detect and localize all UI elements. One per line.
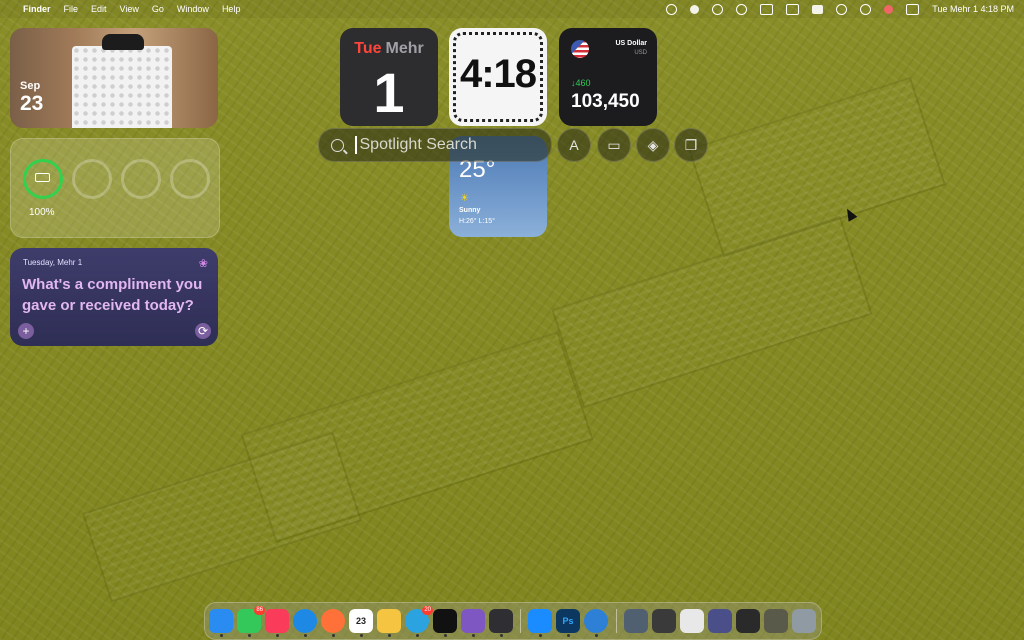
menu-app-name[interactable]: Finder [23,4,51,14]
calendar-day: 1 [373,61,405,124]
cat-photo [102,34,144,50]
menu-go[interactable]: Go [152,4,164,14]
currency-name: US Dollar [615,40,647,47]
menu-bar: Finder File Edit View Go Window Help Tue… [0,0,1024,18]
battery-ring-empty [72,159,112,199]
control-center-icon[interactable] [906,3,920,15]
currency-change: ↓460 [571,78,591,88]
app-store-icon[interactable] [528,609,552,637]
display-icon[interactable] [786,3,800,15]
clock-time: 4:18 [459,52,537,96]
battery-ring-empty [121,159,161,199]
play-icon[interactable] [736,3,748,15]
text-caret [355,136,357,154]
dock-ps-label: Ps [562,616,574,626]
battery-ring-empty [170,159,210,199]
firefox-icon[interactable] [321,609,345,637]
currency-widget[interactable]: US Dollar USD ↓460 103,450 [559,28,657,126]
trash-icon[interactable] [792,609,816,633]
currency-value: 103,450 [571,91,640,112]
recent-window-icon[interactable] [680,609,704,633]
spotlight-search-input[interactable] [357,135,542,155]
search-icon [331,138,344,152]
battery-icon[interactable] [812,4,824,14]
menu-help[interactable]: Help [222,4,241,14]
spotlight-bar [318,128,552,162]
reminders-icon[interactable] [489,609,513,637]
wechat-icon[interactable] [690,4,700,14]
app-store-icon[interactable]: A [557,128,591,162]
dock-calendar-day: 23 [355,616,366,626]
us-flag-icon [571,40,589,58]
weather-high-low: H:26° L:15° [459,218,495,225]
quicktime-icon[interactable] [584,609,608,637]
finder-icon[interactable] [209,609,233,637]
weather-condition: Sunny [459,207,481,214]
recent-window-icon[interactable] [736,609,760,633]
battery-ring-laptop [23,159,63,199]
telegram-badge: 20 [422,606,433,615]
photoshop-icon[interactable]: Ps [556,609,580,637]
messages-icon[interactable]: 86 [237,606,265,637]
clock-widget[interactable]: 4:18 [449,28,547,126]
photo-day: 23 [20,92,44,115]
journal-butterfly-icon: ❀ [198,258,208,270]
journal-date: Tuesday, Mehr 1 [23,258,83,267]
calendar-header: Tue Mehr [340,40,438,58]
telegram-icon[interactable]: 20 [405,606,433,637]
menu-edit[interactable]: Edit [91,4,107,14]
siri-icon[interactable] [884,4,894,14]
wifi-icon[interactable] [836,3,848,15]
sun-icon: ☀ [460,193,469,204]
battery-percent: 100% [29,207,55,218]
dock-separator [616,609,617,633]
music-icon[interactable] [265,609,289,637]
journal-prompt: What's a compliment you gave or received… [22,276,203,314]
calendar-month: Mehr [385,40,424,57]
menubar-clock[interactable]: Tue Mehr 1 4:18 PM [932,4,1014,14]
menu-window[interactable]: Window [177,4,209,14]
safari-icon[interactable] [293,609,317,637]
journal-refresh-button[interactable]: ⟳ [195,323,211,339]
dock-separator [520,609,521,633]
dock: 86 23 20 Ps [204,602,822,640]
layers-icon[interactable]: ◈ [636,128,670,162]
wallpaper-pattern [551,215,873,409]
calendar-widget[interactable]: Tue Mehr 1 [340,28,438,126]
folder-icon[interactable]: ▭ [597,128,631,162]
journal-add-button[interactable]: + [18,323,34,339]
search-icon[interactable] [860,3,872,15]
currency-code: USD [634,50,647,56]
shazam-icon[interactable] [712,3,724,15]
laptop-icon [35,173,50,182]
keyboard-icon[interactable] [760,3,774,15]
notes-icon[interactable] [377,609,401,637]
journal-widget[interactable]: Tuesday, Mehr 1 ❀ What's a compliment yo… [10,248,218,346]
recent-window-icon[interactable] [764,609,788,633]
terminal-icon[interactable] [433,609,457,637]
recent-window-icon[interactable] [624,609,648,633]
calendar-icon[interactable]: 23 [349,609,373,637]
wallpaper-pattern [81,431,363,603]
menu-view[interactable]: View [120,4,139,14]
photo-month: Sep [20,80,41,92]
recent-window-icon[interactable] [652,609,676,633]
recent-window-icon[interactable] [708,609,732,633]
menu-file[interactable]: File [64,4,79,14]
batteries-widget[interactable]: 100% [10,138,220,238]
status-icon[interactable] [666,3,678,15]
messages-badge: 86 [254,606,265,615]
clipboard-icon[interactable]: ❐ [674,128,708,162]
basket-photo [72,46,172,128]
photos-widget[interactable]: Sep 23 [10,28,218,128]
feedback-icon[interactable] [461,609,485,637]
calendar-weekday: Tue [354,40,382,57]
